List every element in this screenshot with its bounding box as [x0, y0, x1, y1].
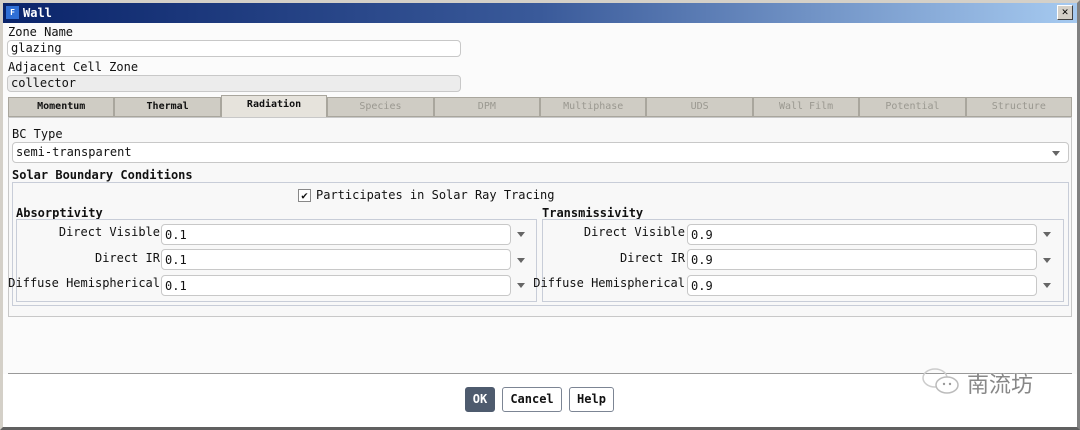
wechat-icon: [920, 366, 962, 396]
bc-type-label: BC Type: [12, 127, 63, 141]
watermark-text: 南流坊: [967, 373, 1034, 398]
adjacent-cell-zone-label: Adjacent Cell Zone: [8, 60, 139, 74]
help-button[interactable]: Help: [569, 387, 614, 412]
trans-direct-visible-label: Direct Visible: [583, 225, 685, 239]
chevron-down-icon[interactable]: [1043, 283, 1051, 288]
abs-direct-ir-label: Direct IR: [94, 251, 160, 265]
bc-type-value: semi-transparent: [16, 145, 132, 159]
tab-bar: Momentum Thermal Radiation Species DPM M…: [8, 95, 1073, 117]
tab-momentum[interactable]: Momentum: [8, 97, 115, 117]
trans-direct-visible-input[interactable]: 0.9: [687, 224, 1037, 245]
tab-wall-film: Wall Film: [752, 97, 860, 117]
solar-ray-tracing-label: Participates in Solar Ray Tracing: [316, 188, 555, 202]
abs-diffuse-input[interactable]: 0.1: [161, 275, 511, 296]
tab-dpm: DPM: [433, 97, 541, 117]
app-icon: F: [6, 6, 19, 19]
close-button[interactable]: ✕: [1057, 5, 1073, 20]
tab-species: Species: [327, 97, 434, 117]
chevron-down-icon[interactable]: [517, 232, 525, 237]
bc-type-select[interactable]: semi-transparent: [12, 142, 1069, 163]
zone-name-input[interactable]: glazing: [7, 40, 461, 57]
window-title: Wall: [23, 6, 52, 20]
absorptivity-heading: Absorptivity: [16, 206, 103, 220]
trans-diffuse-input[interactable]: 0.9: [687, 275, 1037, 296]
transmissivity-heading: Transmissivity: [542, 206, 644, 220]
abs-diffuse-label: Diffuse Hemispherical: [8, 276, 160, 290]
solar-ray-tracing-checkbox[interactable]: ✔: [298, 189, 311, 202]
tab-structure: Structure: [965, 97, 1073, 117]
tab-potential: Potential: [859, 97, 966, 117]
chevron-down-icon: [1052, 151, 1060, 156]
solar-heading: Solar Boundary Conditions: [12, 168, 193, 182]
title-bar[interactable]: F Wall ✕: [3, 3, 1077, 23]
trans-diffuse-label: Diffuse Hemispherical: [533, 276, 685, 290]
adjacent-cell-zone-input: collector: [7, 75, 461, 92]
tab-multiphase: Multiphase: [540, 97, 647, 117]
chevron-down-icon[interactable]: [517, 283, 525, 288]
abs-direct-ir-input[interactable]: 0.1: [161, 249, 511, 270]
ok-button[interactable]: OK: [465, 387, 495, 412]
tab-radiation[interactable]: Radiation: [220, 95, 328, 117]
zone-name-label: Zone Name: [8, 25, 74, 39]
abs-direct-visible-input[interactable]: 0.1: [161, 224, 511, 245]
chevron-down-icon[interactable]: [1043, 232, 1051, 237]
tab-thermal[interactable]: Thermal: [114, 97, 221, 117]
trans-direct-ir-input[interactable]: 0.9: [687, 249, 1037, 270]
chevron-down-icon[interactable]: [1043, 258, 1051, 263]
trans-direct-ir-label: Direct IR: [619, 251, 685, 265]
abs-direct-visible-label: Direct Visible: [58, 225, 160, 239]
chevron-down-icon[interactable]: [517, 258, 525, 263]
tab-uds: UDS: [646, 97, 753, 117]
cancel-button[interactable]: Cancel: [502, 387, 562, 412]
